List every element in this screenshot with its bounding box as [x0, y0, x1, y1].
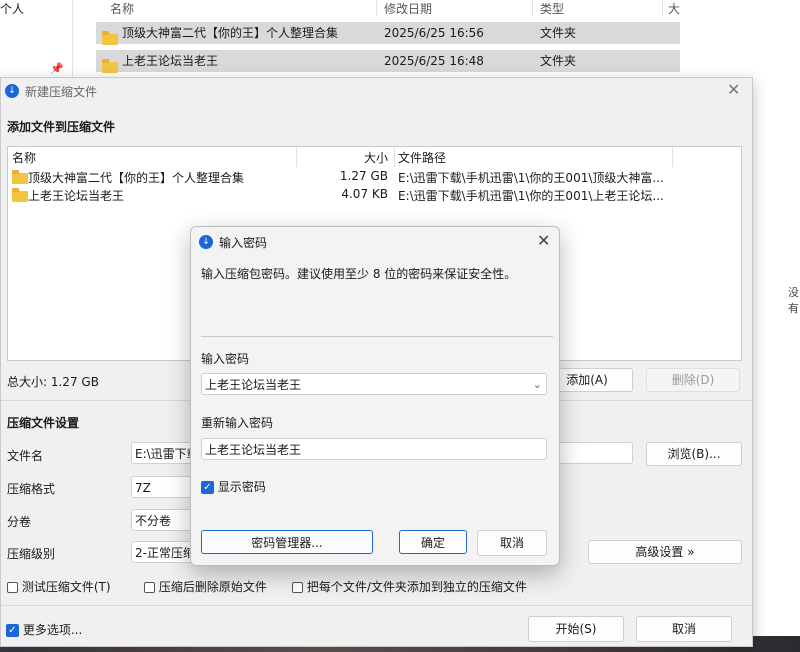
format-label: 压缩格式 [7, 482, 56, 496]
checkbox[interactable] [144, 582, 155, 593]
show-password-label: 显示密码 [217, 480, 266, 494]
file-col-size[interactable]: 大小 [298, 149, 388, 166]
delete-button[interactable]: 删除(D) [646, 368, 740, 392]
col-header-type[interactable]: 类型 [540, 0, 565, 16]
col-header-modified[interactable]: 修改日期 [384, 0, 433, 16]
dialog-title: 新建压缩文件 [25, 85, 98, 99]
password-value: 上老王论坛当老王 [205, 378, 302, 392]
password-description: 输入压缩包密码。建议使用至少 8 位的密码来保证安全性。 [201, 267, 517, 281]
filename-label: 文件名 [7, 449, 44, 463]
col-divider [662, 0, 663, 16]
password-dialog-title: 输入密码 [219, 236, 268, 250]
ok-button[interactable]: 确定 [399, 530, 467, 554]
file-col-name[interactable]: 名称 [12, 149, 36, 166]
test-archive-label: 测试压缩文件(T) [21, 580, 111, 594]
delete-after-label: 压缩后删除原始文件 [158, 580, 267, 594]
section-title-add: 添加文件到压缩文件 [7, 120, 116, 134]
password-label: 输入密码 [201, 352, 250, 366]
file-row-size: 4.07 KB [341, 187, 388, 201]
nav-item-personal[interactable]: 个人 [0, 0, 24, 17]
password-cancel-button[interactable]: 取消 [477, 530, 547, 556]
split-label: 分卷 [7, 515, 32, 529]
reenter-label: 重新输入密码 [201, 416, 274, 430]
test-archive-option[interactable]: 测试压缩文件(T) [7, 578, 111, 595]
checkbox-checked-icon[interactable]: ✓ [201, 481, 214, 494]
explorer-row[interactable]: 顶级大神富二代【你的王】个人整理合集 2025/6/25 16:56 文件夹 [96, 22, 680, 45]
col-header-name[interactable]: 名称 [110, 0, 135, 16]
explorer-row-modified: 2025/6/25 16:56 [384, 26, 484, 40]
empty-hint: 没有 [788, 286, 799, 315]
explorer-row-modified: 2025/6/25 16:48 [384, 54, 484, 68]
col-divider [376, 0, 377, 16]
close-icon[interactable]: ✕ [727, 80, 740, 99]
file-row[interactable]: 顶级大神富二代【你的王】个人整理合集 1.27 GB E:\迅雷下载\手机迅雷\… [8, 168, 739, 186]
explorer-row-name: 顶级大神富二代【你的王】个人整理合集 [122, 26, 339, 40]
folder-icon [102, 59, 118, 73]
col-divider [672, 147, 673, 167]
explorer-row-type: 文件夹 [540, 26, 577, 40]
app-logo-icon: ↓ [5, 84, 19, 98]
explorer-row-name: 上老王论坛当老王 [122, 54, 219, 68]
chevron-down-icon[interactable]: ⌄ [533, 374, 542, 396]
explorer-right-area: 没有 [752, 60, 800, 652]
separate-archives-label: 把每个文件/文件夹添加到独立的压缩文件 [306, 580, 527, 594]
cancel-button[interactable]: 取消 [636, 616, 732, 642]
reenter-password-input[interactable]: 上老王论坛当老王 [201, 438, 547, 460]
folder-icon [12, 188, 28, 202]
file-row-path: E:\迅雷下载\手机迅雷\1\你的王001\顶级大神富... [398, 171, 664, 185]
checkbox[interactable] [292, 582, 303, 593]
app-logo-icon: ↓ [199, 235, 213, 249]
checkbox[interactable] [7, 582, 18, 593]
close-icon[interactable]: ✕ [537, 231, 550, 250]
file-row-name: 上老王论坛当老王 [28, 189, 125, 203]
level-label: 压缩级别 [7, 547, 56, 561]
file-col-path[interactable]: 文件路径 [398, 149, 446, 166]
divider [1, 605, 752, 606]
more-options-option[interactable]: ✓ 更多选项... [6, 621, 82, 638]
separate-archives-option[interactable]: 把每个文件/文件夹添加到独立的压缩文件 [292, 578, 527, 595]
more-options-label: 更多选项... [22, 623, 83, 637]
folder-icon [102, 31, 118, 45]
file-row-path: E:\迅雷下载\手机迅雷\1\你的王001\上老王论坛... [398, 189, 664, 203]
password-manager-button[interactable]: 密码管理器... [201, 530, 373, 554]
col-divider [296, 147, 297, 167]
file-row-name: 顶级大神富二代【你的王】个人整理合集 [28, 171, 245, 185]
col-divider [394, 147, 395, 167]
file-row-size: 1.27 GB [339, 169, 388, 183]
file-row[interactable]: 上老王论坛当老王 4.07 KB E:\迅雷下载\手机迅雷\1\你的王001\上… [8, 186, 739, 204]
col-divider [532, 0, 533, 16]
password-dialog: ↓ 输入密码 ✕ 输入压缩包密码。建议使用至少 8 位的密码来保证安全性。 输入… [190, 226, 560, 566]
advanced-settings-button[interactable]: 高级设置 » [588, 540, 742, 564]
section-title-settings: 压缩文件设置 [7, 416, 80, 430]
password-input[interactable]: 上老王论坛当老王 ⌄ [201, 373, 547, 395]
explorer-row[interactable]: 上老王论坛当老王 2025/6/25 16:48 文件夹 [96, 50, 680, 73]
delete-after-option[interactable]: 压缩后删除原始文件 [144, 578, 267, 595]
total-size: 总大小: 1.27 GB [7, 375, 99, 389]
checkbox-checked-icon[interactable]: ✓ [6, 624, 19, 637]
explorer-row-type: 文件夹 [540, 54, 577, 68]
divider [201, 336, 553, 337]
show-password-option[interactable]: ✓ 显示密码 [201, 478, 266, 495]
col-header-size[interactable]: 大 [668, 0, 681, 16]
pin-icon: 📌 [50, 62, 64, 75]
browse-button[interactable]: 浏览(B)... [646, 442, 742, 466]
folder-icon [12, 170, 28, 184]
start-button[interactable]: 开始(S) [528, 616, 624, 642]
